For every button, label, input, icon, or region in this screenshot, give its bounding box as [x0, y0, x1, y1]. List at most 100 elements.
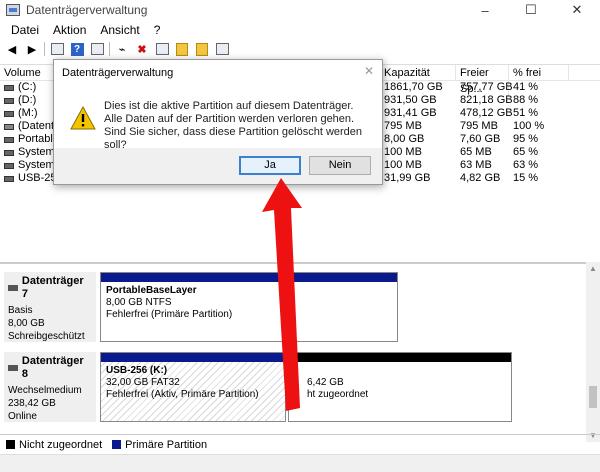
- disk-7-label[interactable]: Datenträger 7 Basis 8,00 GB Schreibgesch…: [4, 272, 96, 342]
- folder-search-icon[interactable]: [194, 42, 210, 56]
- scroll-up-icon[interactable]: ▲: [589, 264, 597, 273]
- capacity-value: 8,00 GB: [384, 133, 425, 145]
- drive-icon: [4, 123, 14, 130]
- partition-usb-256[interactable]: USB-256 (K:) 32,00 GB FAT32 Fehlerfrei (…: [100, 352, 286, 422]
- column-volume[interactable]: Volume: [0, 65, 60, 80]
- title-bar: Datenträgerverwaltung – ☐ ✕: [0, 0, 600, 20]
- toolbar-separator: [44, 42, 45, 56]
- primary-partition-bar: [101, 273, 397, 282]
- unallocated-bar: [289, 353, 511, 362]
- capacity-value: 100 MB: [384, 159, 422, 171]
- disk-8-label[interactable]: Datenträger 8 Wechselmedium 238,42 GB On…: [4, 352, 96, 422]
- pct-value: 41 %: [513, 81, 539, 93]
- disk-management-app-icon: [6, 4, 20, 16]
- partition-status: Fehlerfrei (Aktiv, Primäre Partition): [106, 389, 259, 400]
- drive-icon: [4, 136, 14, 143]
- menu-help[interactable]: ?: [147, 23, 168, 37]
- drive-icon: [4, 175, 14, 182]
- warning-icon: [70, 106, 96, 130]
- menu-ansicht[interactable]: Ansicht: [93, 23, 146, 37]
- capacity-value: 1861,70 GB: [384, 81, 443, 93]
- dialog-title: Datenträgerverwaltung: [62, 67, 174, 79]
- minimize-button[interactable]: –: [462, 0, 508, 20]
- dialog-message: Dies ist die aktive Partition auf diesem…: [104, 100, 363, 151]
- disk-status: Online: [8, 411, 37, 422]
- unallocated-swatch: [6, 440, 15, 449]
- partition-status: Fehlerfrei (Primäre Partition): [106, 309, 233, 320]
- disk-status: Schreibgeschützt: [8, 331, 85, 342]
- free-value: 795 MB: [460, 120, 498, 132]
- scroll-thumb[interactable]: [589, 386, 597, 408]
- properties-icon[interactable]: [89, 42, 105, 56]
- horizontal-scrollbar[interactable]: [0, 454, 600, 472]
- console-tree-icon[interactable]: [49, 42, 65, 56]
- connect-icon[interactable]: ⌁: [114, 42, 130, 56]
- capacity-value: 931,50 GB: [384, 94, 437, 106]
- drive-icon: [4, 110, 14, 117]
- unallocated-status: ht zugeordnet: [307, 389, 369, 400]
- drive-icon: [4, 84, 14, 91]
- vertical-scrollbar[interactable]: ▲ ▼: [586, 262, 600, 442]
- free-value: 4,82 GB: [460, 172, 501, 184]
- free-value: 478,12 GB: [460, 107, 513, 119]
- partition-name: PortableBaseLayer: [106, 285, 197, 296]
- forward-arrow-icon[interactable]: ▶: [24, 42, 40, 56]
- free-value: 821,18 GB: [460, 94, 513, 106]
- folder-up-icon[interactable]: [174, 42, 190, 56]
- pct-value: 65 %: [513, 146, 539, 158]
- column-capacity[interactable]: Kapazität: [380, 65, 456, 81]
- partition-size: 32,00 GB FAT32: [106, 377, 180, 388]
- capacity-value: 31,99 GB: [384, 172, 431, 184]
- maximize-button[interactable]: ☐: [508, 0, 554, 20]
- free-value: 7,60 GB: [460, 133, 501, 145]
- close-button[interactable]: ✕: [554, 0, 600, 20]
- disk-icon: [8, 285, 18, 291]
- primary-swatch: [112, 440, 122, 449]
- pct-value: 88 %: [513, 94, 539, 106]
- pct-value: 63 %: [513, 159, 539, 171]
- view-icon[interactable]: [214, 42, 230, 56]
- free-value: 63 MB: [460, 159, 492, 171]
- partition-size: 8,00 GB NTFS: [106, 297, 172, 308]
- drive-icon: [4, 149, 14, 156]
- capacity-value: 100 MB: [384, 146, 422, 158]
- unallocated-space[interactable]: 6,42 GB ht zugeordnet: [288, 352, 512, 422]
- partition-name: USB-256 (K:): [106, 365, 168, 376]
- capacity-value: 931,41 GB: [384, 107, 437, 119]
- column-percent-free[interactable]: % frei: [509, 65, 569, 81]
- back-arrow-icon[interactable]: ◀: [4, 42, 20, 56]
- menu-aktion[interactable]: Aktion: [46, 23, 93, 37]
- volume-name: (C:): [18, 81, 37, 93]
- help-icon[interactable]: ?: [69, 42, 85, 56]
- confirm-delete-dialog: Datenträgerverwaltung ✕ Dies ist die akt…: [53, 59, 383, 185]
- disk-graphical-view: Datenträger 7 Basis 8,00 GB Schreibgesch…: [0, 262, 586, 434]
- disk-title: Datenträger 8: [21, 355, 84, 380]
- menu-bar: Datei Aktion Ansicht ?: [0, 20, 600, 40]
- free-value: 65 MB: [460, 146, 492, 158]
- toolbar-separator: [109, 42, 110, 56]
- disk-icon: [8, 365, 18, 371]
- dialog-close-button[interactable]: ✕: [364, 64, 374, 78]
- pct-value: 100 %: [513, 120, 545, 132]
- no-button[interactable]: Nein: [309, 156, 371, 175]
- check-icon[interactable]: [154, 42, 170, 56]
- yes-button[interactable]: Ja: [239, 156, 301, 175]
- menu-datei[interactable]: Datei: [4, 23, 46, 37]
- unallocated-size: 6,42 GB: [307, 377, 344, 388]
- disk-size: 238,42 GB: [8, 398, 56, 409]
- delete-icon[interactable]: ✖: [134, 42, 150, 56]
- legend-unallocated: Nicht zugeordnet: [19, 438, 103, 451]
- window-title: Datenträgerverwaltung: [26, 3, 148, 17]
- primary-partition-bar: [101, 353, 285, 362]
- partition-portablebaselayer[interactable]: PortableBaseLayer 8,00 GB NTFS Fehlerfre…: [100, 272, 398, 342]
- volume-name: (M:): [18, 107, 38, 119]
- disk-type: Wechselmedium: [8, 385, 82, 396]
- dialog-footer: Ja Nein: [54, 148, 382, 184]
- legend: Nicht zugeordnet Primäre Partition: [0, 434, 600, 454]
- disk-size: 8,00 GB: [8, 318, 45, 329]
- drive-icon: [4, 162, 14, 169]
- pct-value: 95 %: [513, 133, 539, 145]
- legend-primary: Primäre Partition: [125, 438, 208, 451]
- capacity-value: 795 MB: [384, 120, 422, 132]
- pct-value: 15 %: [513, 172, 539, 184]
